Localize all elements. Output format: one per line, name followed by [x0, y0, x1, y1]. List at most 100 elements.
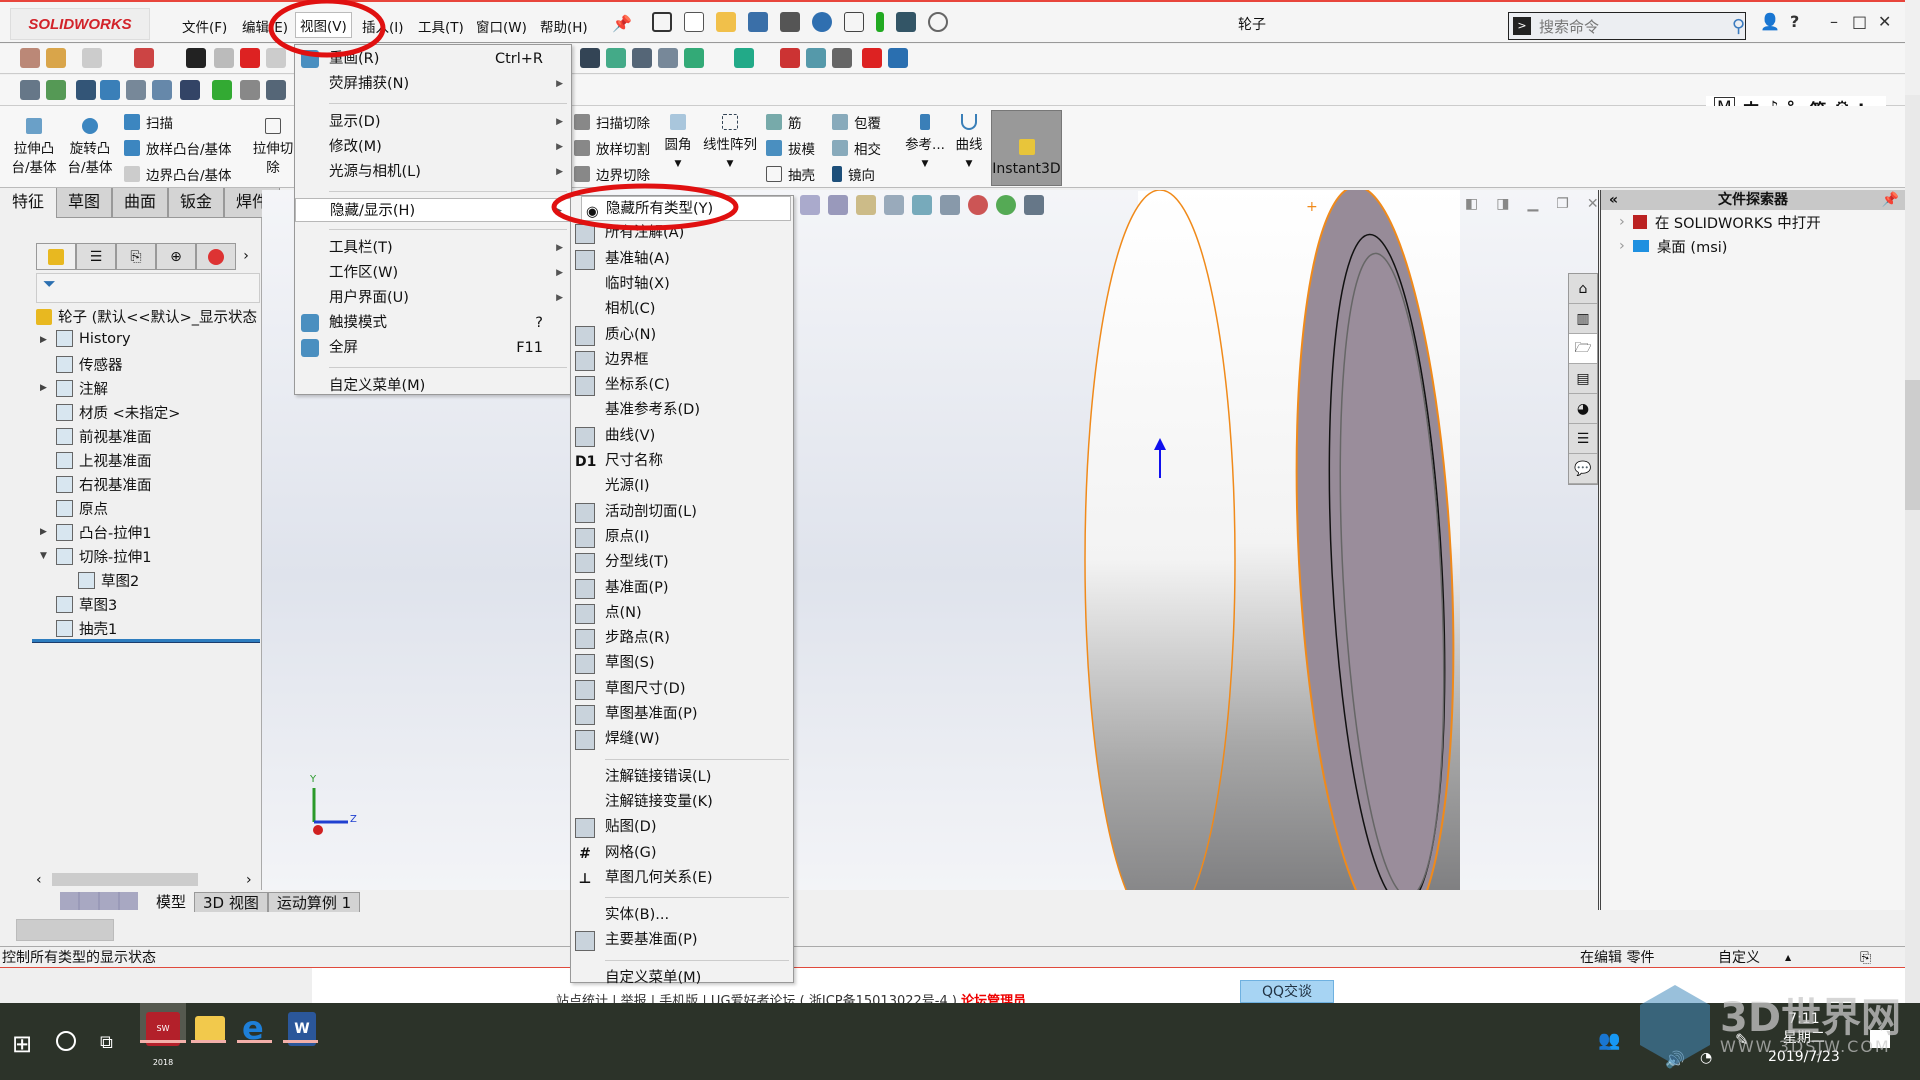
tab-3d-view[interactable]: 3D 视图 — [194, 892, 268, 912]
prev-icon[interactable] — [80, 892, 98, 910]
linear-pattern-button[interactable]: 线性阵列 ▼ — [700, 114, 760, 174]
boundary-cut-button[interactable]: 边界切除 — [574, 164, 650, 184]
tree-item[interactable]: 草图3 — [56, 594, 117, 615]
expand-icon[interactable]: › — [1619, 238, 1625, 254]
new-icon[interactable] — [684, 12, 704, 32]
scroll-left-icon[interactable]: ‹ — [36, 872, 42, 888]
submenu-item[interactable]: 曲线(V) — [571, 424, 793, 449]
swept-cut-button[interactable]: 扫描切除 — [574, 112, 650, 132]
reference-geometry-button[interactable]: 参考... ▼ — [902, 114, 948, 174]
propertymanager-tab[interactable]: ☰ — [76, 243, 116, 270]
user-icon[interactable]: 👤 — [1760, 12, 1780, 31]
collapse-arrow-icon[interactable]: ▼ — [40, 551, 47, 561]
select-icon[interactable] — [844, 12, 864, 32]
toolbar-tool-icon[interactable] — [46, 48, 66, 68]
submenu-item[interactable]: 基准参考系(D) — [571, 398, 793, 423]
toolbar-tool-icon[interactable] — [126, 80, 146, 100]
submenu-item[interactable]: 活动剖切面(L) — [571, 500, 793, 525]
edit-appearance-icon[interactable] — [968, 195, 988, 215]
expand-icon[interactable]: › — [1619, 214, 1625, 230]
extrude-cut-button[interactable]: 拉伸切 除 — [252, 118, 294, 178]
first-icon[interactable] — [60, 892, 78, 910]
dimxpert-tab[interactable]: ⊕ — [156, 243, 196, 270]
zoom-to-fit-icon[interactable] — [800, 195, 820, 215]
menu-help[interactable]: 帮助(H) — [536, 14, 592, 38]
submenu-item[interactable]: 坐标系(C) — [571, 373, 793, 398]
tree-filter[interactable]: ⏷ — [36, 273, 260, 303]
menu-tools[interactable]: 工具(T) — [414, 14, 468, 38]
toolbar-tool-icon[interactable] — [100, 80, 120, 100]
pin-icon[interactable]: 📌 — [612, 14, 632, 33]
toolbar-tool-icon[interactable] — [186, 48, 206, 68]
tree-item[interactable]: History — [56, 330, 131, 347]
tree-item[interactable]: 抽壳1 — [56, 618, 117, 639]
view-menu-item[interactable]: 工作区(W) ▶ — [295, 261, 571, 285]
submenu-item[interactable]: 注解链接变量(K) — [571, 790, 793, 815]
submenu-item[interactable]: 焊缝(W) — [571, 727, 793, 752]
menu-window[interactable]: 窗口(W) — [472, 14, 531, 38]
apply-scene-icon[interactable] — [996, 195, 1016, 215]
linear-pattern-dropdown-icon[interactable]: ▼ — [700, 155, 760, 174]
toolbar-tool-icon[interactable] — [180, 80, 200, 100]
admin-link[interactable]: 论坛管理员 — [961, 994, 1026, 1003]
tree-item[interactable]: 草图2 — [78, 570, 139, 591]
tab-sheet-metal[interactable]: 钣金 — [168, 188, 224, 218]
submenu-item[interactable]: 基准面(P) — [571, 576, 793, 601]
file-explorer-app-icon[interactable] — [195, 1016, 225, 1042]
section-view-icon[interactable] — [884, 195, 904, 215]
submenu-item[interactable]: ◉ 隐藏所有类型(Y) — [581, 196, 791, 221]
boundary-boss-button[interactable]: 边界凸台/基体 — [124, 164, 232, 184]
units-selector[interactable]: 自定义 — [1718, 947, 1760, 969]
tab-features[interactable]: 特征 — [0, 188, 56, 218]
submenu-item[interactable]: 主要基准面(P) — [571, 928, 793, 953]
options-gear-icon[interactable] — [928, 12, 948, 32]
view-menu-item[interactable]: 隐藏/显示(H) ▶ — [295, 198, 571, 222]
curves-dropdown-icon[interactable]: ▼ — [950, 155, 988, 174]
curves-button[interactable]: 曲线 ▼ — [950, 114, 988, 174]
scroll-thumb[interactable] — [52, 873, 198, 886]
solidworks-resources-icon[interactable]: ⌂ — [1569, 274, 1597, 304]
tree-item[interactable]: 右视基准面 — [56, 474, 152, 495]
tree-item[interactable]: 上视基准面 — [56, 450, 152, 471]
viewport-close-icon[interactable]: ✕ — [1587, 196, 1599, 212]
lofted-cut-button[interactable]: 放样切割 — [574, 138, 650, 158]
toolbar-tool-icon[interactable] — [76, 80, 96, 100]
tree-horizontal-scrollbar[interactable]: ‹ › — [30, 872, 262, 888]
viewport-restore-icon[interactable]: ❐ — [1556, 196, 1569, 212]
tab-model[interactable]: 模型 — [148, 892, 195, 912]
toolbar-tool-icon[interactable] — [82, 48, 102, 68]
expand-arrow-icon[interactable]: ▶ — [40, 335, 47, 345]
submenu-item[interactable]: 注解链接错误(L) — [571, 765, 793, 790]
submenu-item[interactable]: 质心(N) — [571, 323, 793, 348]
appearances-icon[interactable]: ◕ — [1569, 394, 1597, 424]
toolbar-tool-icon[interactable] — [266, 80, 286, 100]
tree-item[interactable]: 注解 — [56, 378, 108, 399]
tree-item[interactable]: 原点 — [56, 498, 108, 519]
submenu-item[interactable]: 自定义菜单(M) — [571, 966, 793, 991]
extrude-boss-button[interactable]: 拉伸凸 台/基体 — [8, 118, 60, 178]
people-icon[interactable]: 👥 — [1598, 1030, 1620, 1051]
submenu-item[interactable]: 草图尺寸(D) — [571, 677, 793, 702]
rebuild-icon[interactable] — [876, 12, 884, 32]
more-tabs-icon[interactable]: › — [236, 243, 256, 270]
configurationmanager-tab[interactable]: ⎘ — [116, 243, 156, 270]
configuration-dropdown[interactable] — [16, 919, 114, 941]
submenu-item[interactable]: D1 尺寸名称 — [571, 449, 793, 474]
submenu-item[interactable]: 所有注解(A) — [571, 221, 793, 246]
explorer-item-desktop[interactable]: › 桌面 (msi) — [1601, 234, 1905, 258]
fillet-dropdown-icon[interactable]: ▼ — [660, 155, 696, 174]
view-menu-item[interactable]: 重画(R) Ctrl+R — [295, 47, 571, 71]
tree-item[interactable]: 传感器 — [56, 354, 123, 375]
viewport-minimize-icon[interactable]: ▁ — [1527, 196, 1538, 212]
loft-boss-button[interactable]: 放样凸台/基体 — [124, 138, 232, 158]
submenu-item[interactable]: 贴图(D) — [571, 815, 793, 840]
view-menu-item[interactable]: 触摸模式? — [295, 311, 571, 335]
toolbar-tool-icon[interactable] — [240, 48, 260, 68]
toolbar-tool-icon[interactable] — [806, 48, 826, 68]
tree-item[interactable]: 前视基准面 — [56, 426, 152, 447]
tab-navigation[interactable] — [60, 892, 138, 910]
qq-chat-button[interactable]: QQ交谈 — [1240, 980, 1334, 1003]
file-explorer-icon[interactable]: 🗁 — [1569, 334, 1597, 364]
pin-pane-icon[interactable]: 📌 — [1882, 190, 1899, 210]
search-commands-input[interactable]: > 搜索命令 ⚲ — [1508, 12, 1746, 40]
